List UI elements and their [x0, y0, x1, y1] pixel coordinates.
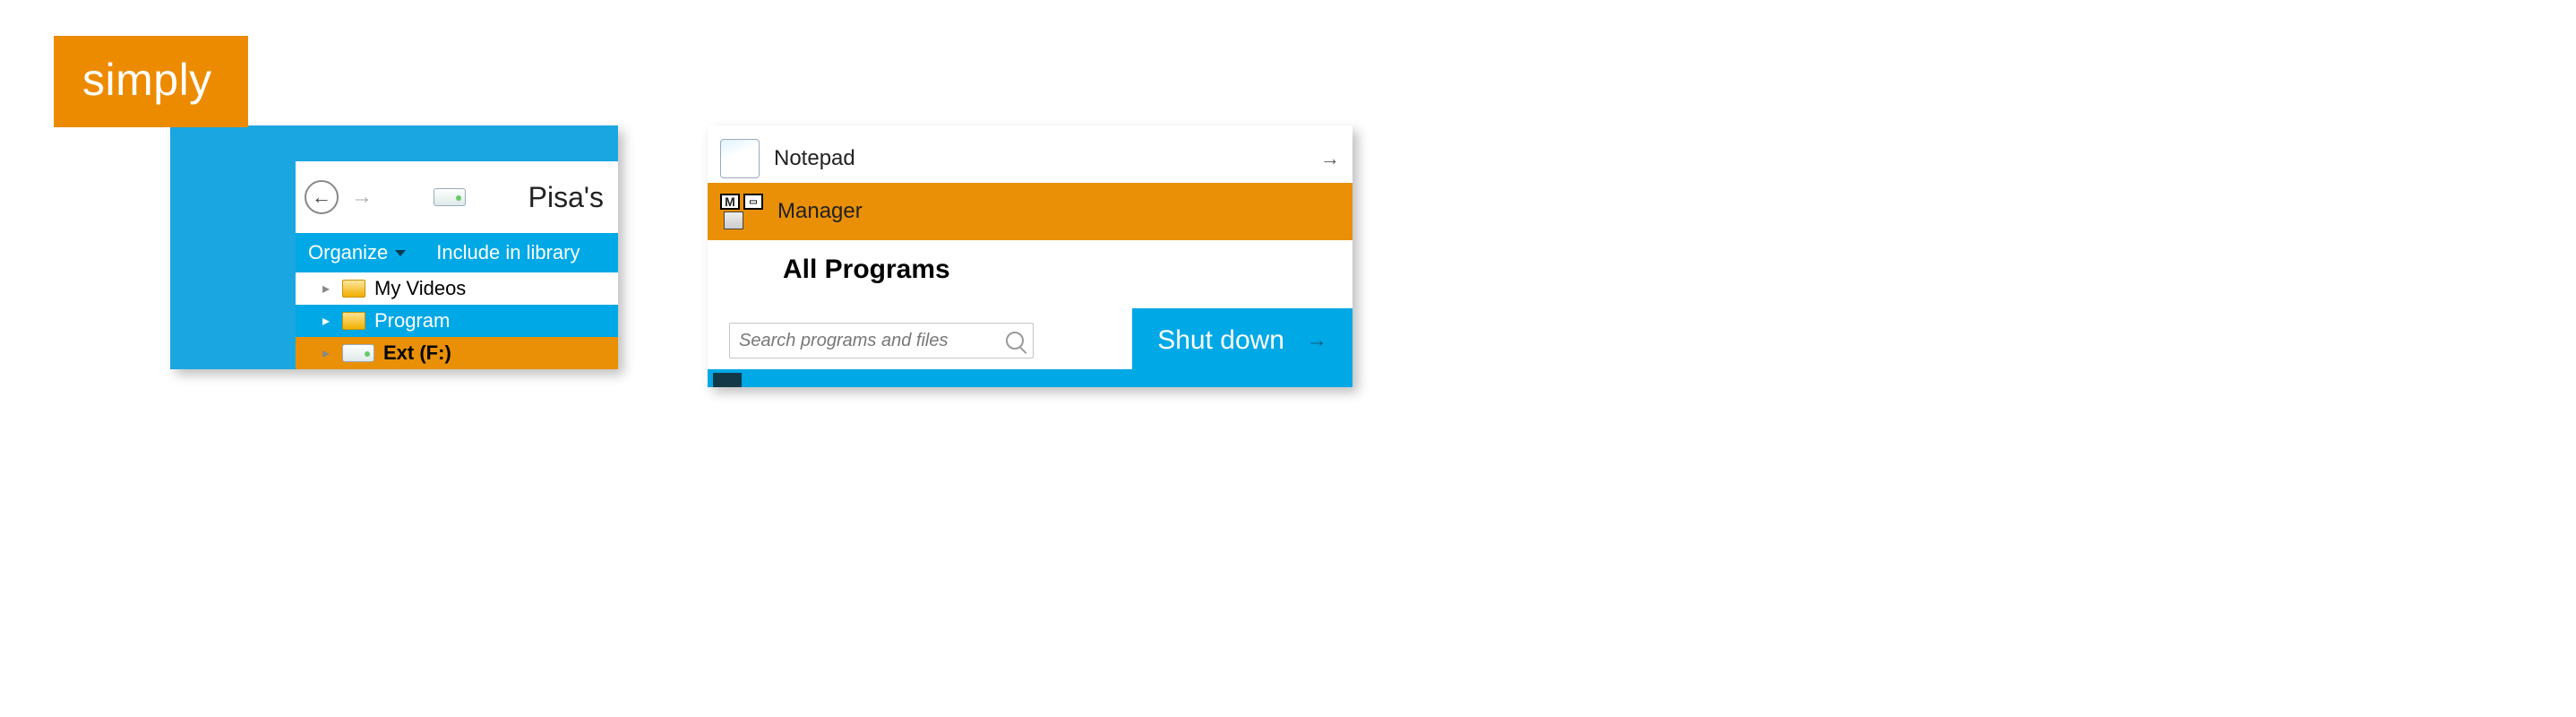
explorer-toolbar: Organize Include in library — [296, 233, 618, 272]
address-text: Pisa's — [528, 181, 609, 214]
startmenu-item-label: Notepad — [774, 146, 855, 171]
folder-tree: ▸ My Videos ▸ Program ▸ Ext (F:) — [296, 272, 618, 369]
taskbar-thumb — [713, 373, 742, 387]
explorer-window: ← → Pisa's Organize Include in library ▸ — [170, 125, 618, 369]
tree-item-ext-drive[interactable]: ▸ Ext (F:) — [296, 337, 618, 369]
simply-badge: simply — [54, 36, 248, 127]
forward-button[interactable]: → — [351, 185, 373, 210]
submenu-arrow-icon: → — [1320, 147, 1340, 170]
chevron-down-icon — [395, 250, 406, 256]
expand-caret-icon: ▸ — [322, 344, 333, 362]
all-programs[interactable]: All Programs — [708, 240, 1352, 301]
shutdown-label: Shut down — [1157, 325, 1284, 356]
startmenu-item-notepad[interactable]: Notepad → — [708, 134, 1352, 183]
search-placeholder: Search programs and files — [739, 331, 948, 351]
folder-icon — [342, 312, 365, 330]
tree-item-label: Program — [374, 309, 450, 333]
start-menu: Notepad → M▭ Manager All Programs Search… — [708, 125, 1352, 387]
startmenu-item-label: Manager — [777, 199, 863, 224]
startmenu-item-manager[interactable]: M▭ Manager — [708, 183, 1352, 240]
folder-icon — [342, 280, 365, 298]
manager-icon: M▭ — [720, 194, 763, 229]
include-in-library-menu[interactable]: Include in library — [436, 241, 580, 264]
back-button[interactable]: ← — [305, 180, 339, 214]
explorer-navbar: ← → Pisa's — [296, 161, 618, 233]
tree-item-my-videos[interactable]: ▸ My Videos — [296, 272, 618, 305]
tree-item-label: My Videos — [374, 277, 466, 300]
expand-caret-icon: ▸ — [322, 280, 333, 298]
drive-icon — [342, 344, 374, 362]
shutdown-options-arrow-icon: → — [1306, 328, 1327, 353]
search-icon — [1006, 332, 1024, 350]
search-programs-input[interactable]: Search programs and files — [729, 323, 1034, 358]
expand-caret-icon: ▸ — [322, 312, 333, 330]
tree-item-label: Ext (F:) — [383, 341, 451, 365]
drive-icon — [434, 188, 466, 206]
notepad-icon — [720, 139, 760, 178]
tree-item-program[interactable]: ▸ Program — [296, 305, 618, 337]
shutdown-button[interactable]: Shut down → — [1132, 308, 1352, 373]
organize-menu[interactable]: Organize — [308, 241, 406, 264]
